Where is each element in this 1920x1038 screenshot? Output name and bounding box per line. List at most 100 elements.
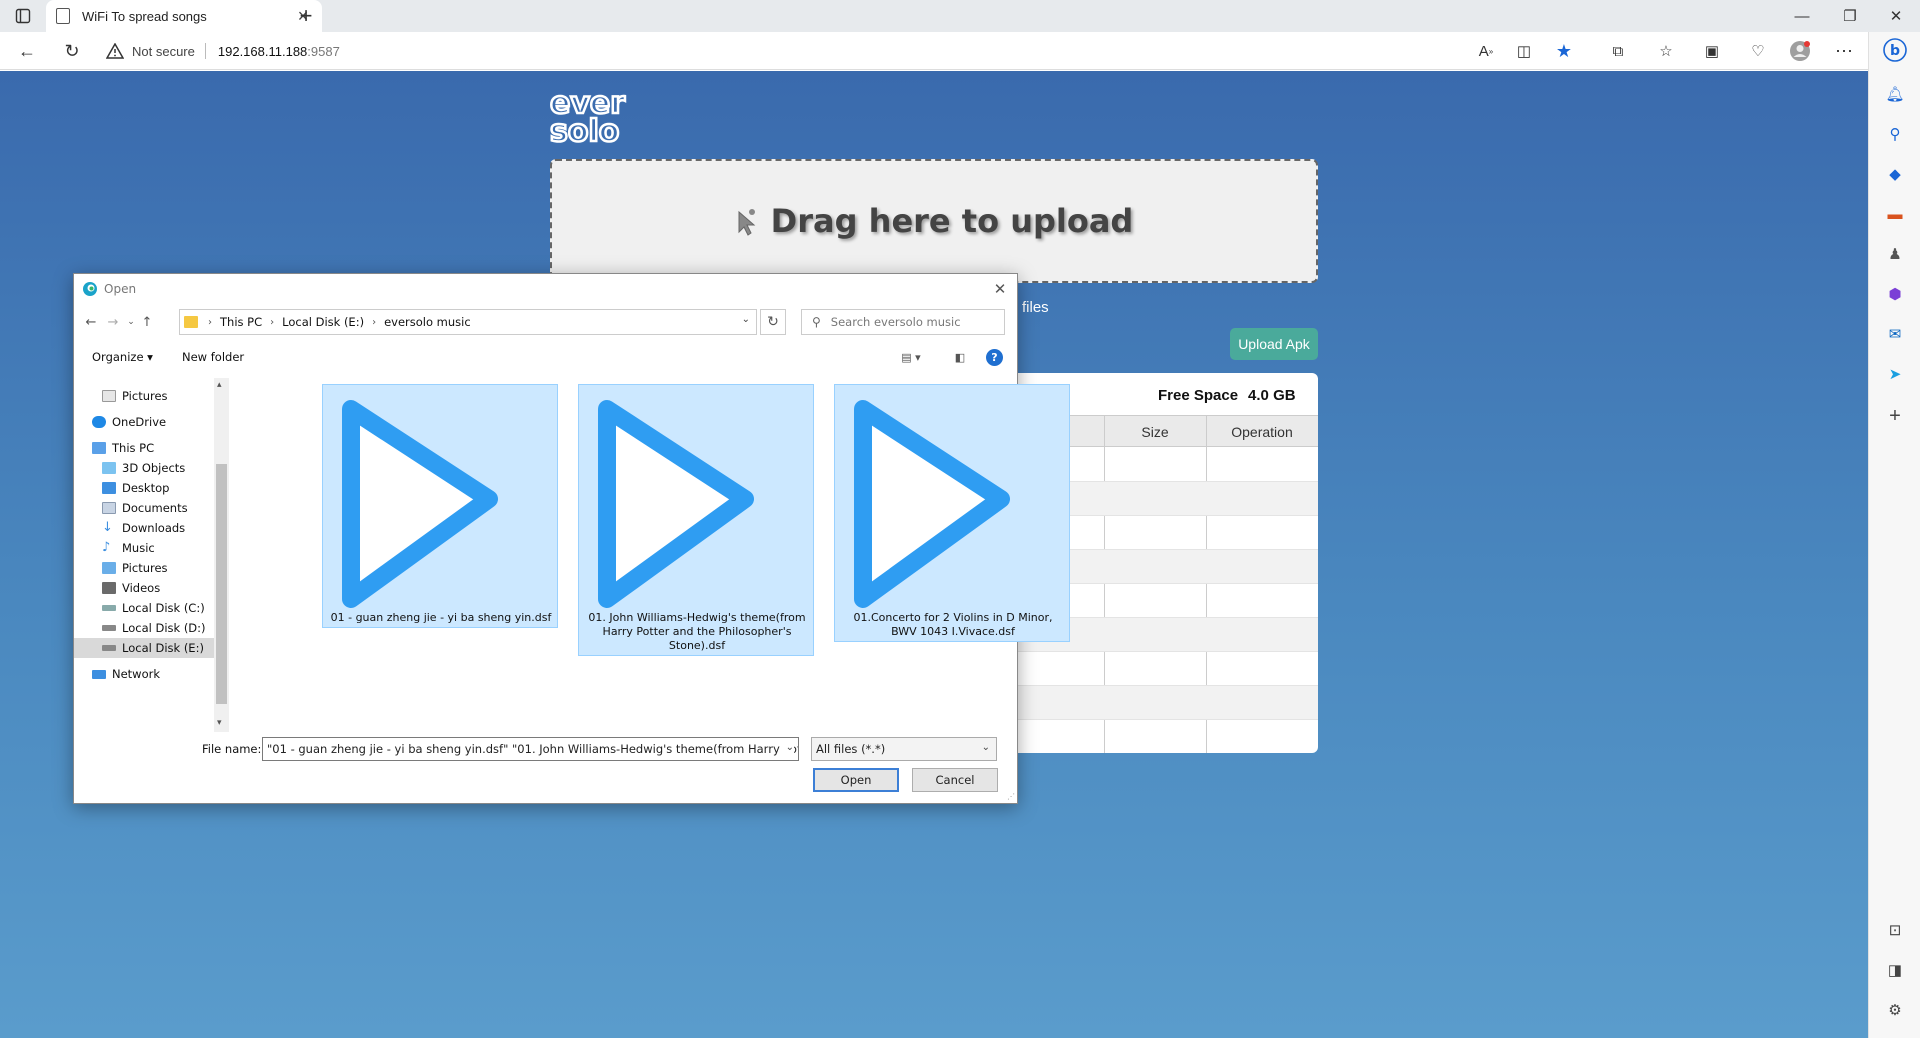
hide-sidebar-icon[interactable]: ◨ xyxy=(1883,958,1907,982)
dropzone-label: Drag here to upload xyxy=(770,202,1134,240)
change-view-icon[interactable]: ▤ ▾ xyxy=(896,349,926,365)
settings-gear-icon[interactable]: ⚙ xyxy=(1883,998,1907,1022)
help-icon[interactable]: ? xyxy=(986,349,1003,366)
file-item[interactable]: 01. John Williams-Hedwig's theme(from Ha… xyxy=(578,384,814,656)
chevron-right-icon: › xyxy=(372,316,377,328)
nav-item-videos[interactable]: Videos xyxy=(102,578,214,598)
divider xyxy=(204,43,206,59)
scroll-down-icon[interactable]: ▾ xyxy=(217,718,222,728)
edge-logo-icon xyxy=(83,282,97,296)
file-item[interactable]: 01 - guan zheng jie - yi ba sheng yin.ds… xyxy=(322,384,558,628)
new-folder-button[interactable]: New folder xyxy=(182,350,244,364)
outlook-icon[interactable]: ✉ xyxy=(1883,322,1907,346)
free-space: Free Space 4.0 GB xyxy=(1158,387,1296,404)
favorite-star-icon[interactable]: ★ xyxy=(1552,39,1576,63)
refresh-button[interactable]: ↻ xyxy=(57,36,87,66)
close-window-button[interactable]: ✕ xyxy=(1874,0,1918,32)
nav-item-local-disk-d[interactable]: Local Disk (D:) xyxy=(102,618,214,638)
notifications-icon[interactable]: 🔔︎ xyxy=(1883,82,1907,106)
nav-item-local-disk-e[interactable]: Local Disk (E:) xyxy=(74,638,214,658)
url-host: 192.168.11.188 xyxy=(217,43,308,59)
drive-icon xyxy=(102,645,116,651)
back-button[interactable]: ← xyxy=(12,36,42,66)
more-menu-icon[interactable]: ⋯ xyxy=(1832,39,1856,63)
nav-item-pictures-quick[interactable]: Pictures📌︎ xyxy=(102,386,229,406)
breadcrumb-local-disk-e[interactable]: Local Disk (E:) xyxy=(282,315,364,329)
games-icon[interactable]: ♟ xyxy=(1883,242,1907,266)
chevron-down-icon[interactable]: ⌄ xyxy=(742,314,750,325)
dialog-refresh-icon[interactable]: ↻ xyxy=(760,309,786,335)
desktop-icon xyxy=(102,482,116,494)
new-tab-button[interactable]: + xyxy=(292,2,320,30)
profile-avatar-icon[interactable] xyxy=(1788,39,1812,63)
preview-pane-icon[interactable]: ◧ xyxy=(950,349,970,365)
screenshot-icon[interactable]: ⊡ xyxy=(1883,918,1907,942)
split-screen-icon[interactable]: ◫ xyxy=(1512,39,1536,63)
nav-item-network[interactable]: Network xyxy=(92,664,214,684)
onedrive-icon xyxy=(92,416,106,428)
nav-item-desktop[interactable]: Desktop xyxy=(102,478,214,498)
file-item[interactable]: 01.Concerto for 2 Violins in D Minor, BW… xyxy=(834,384,1070,642)
scroll-up-icon[interactable]: ▴ xyxy=(217,380,222,390)
table-row xyxy=(1010,652,1318,686)
navigation-scrollbar[interactable]: ▴ ▾ xyxy=(214,378,229,732)
scrollbar-thumb[interactable] xyxy=(216,464,227,704)
upload-apk-button[interactable]: Upload Apk xyxy=(1230,328,1318,360)
edge-sidebar: b 🔔︎ ⚲ ◆ ▬ ♟ ⬢ ✉ ➤ + ⊡ ◨ ⚙ xyxy=(1868,32,1920,1038)
tab-actions-icon[interactable] xyxy=(12,6,34,26)
breadcrumb-eversolo-music[interactable]: eversolo music xyxy=(384,315,471,329)
nav-item-downloads[interactable]: ↓ Downloads xyxy=(102,518,214,538)
resize-grip-icon[interactable]: ⋰ xyxy=(1007,792,1015,801)
chevron-down-icon[interactable]: ⌄ xyxy=(781,742,794,753)
warning-icon xyxy=(106,43,124,59)
url-port: :9587 xyxy=(307,43,340,59)
nav-item-this-pc[interactable]: This PC xyxy=(92,438,214,458)
file-name-value: "01 - guan zheng jie - yi ba sheng yin.d… xyxy=(267,742,799,756)
tools-icon[interactable]: ▬ xyxy=(1883,202,1907,226)
media-file-play-icon xyxy=(342,400,498,608)
browser-essentials-icon[interactable]: ♡ xyxy=(1746,39,1770,63)
browser-tab[interactable]: WiFi To spread songs × xyxy=(46,0,322,32)
up-folder-icon[interactable]: ↑ xyxy=(138,312,156,332)
breadcrumb[interactable]: › This PC › Local Disk (E:) › eversolo m… xyxy=(179,309,757,335)
extensions-icon[interactable]: ⧉ xyxy=(1606,39,1630,63)
search-input[interactable]: ⚲ Search eversolo music xyxy=(801,309,1005,335)
file-type-select[interactable]: All files (*.*) ⌄ xyxy=(811,737,997,761)
nav-item-3d-objects[interactable]: 3D Objects xyxy=(102,458,214,478)
nav-item-music[interactable]: ♪ Music xyxy=(102,538,214,558)
favorites-icon[interactable]: ☆ xyxy=(1654,39,1678,63)
url-field[interactable]: Not secure 192.168.11.188:9587 xyxy=(106,36,1506,66)
dialog-forward-icon[interactable]: → xyxy=(104,312,122,332)
drop-icon[interactable]: ➤ xyxy=(1883,362,1907,386)
file-list: 01 - guan zheng jie - yi ba sheng yin.ds… xyxy=(239,378,1070,732)
nav-item-onedrive[interactable]: OneDrive xyxy=(92,412,214,432)
dialog-back-icon[interactable]: ← xyxy=(82,312,100,332)
organize-button[interactable]: Organize ▾ xyxy=(92,350,153,364)
nav-item-documents[interactable]: Documents xyxy=(102,498,214,518)
office-icon[interactable]: ⬢ xyxy=(1883,282,1907,306)
eversolo-logo: ever solo xyxy=(550,87,626,143)
restore-button[interactable]: ❐ xyxy=(1828,0,1872,32)
copilot-icon[interactable]: b xyxy=(1883,38,1907,62)
minimize-button[interactable]: — xyxy=(1780,0,1824,32)
search-icon[interactable]: ⚲ xyxy=(1883,122,1907,146)
file-name: 01 - guan zheng jie - yi ba sheng yin.ds… xyxy=(330,611,552,624)
add-sidebar-item-icon[interactable]: + xyxy=(1883,404,1907,428)
file-name-field[interactable]: "01 - guan zheng jie - yi ba sheng yin.d… xyxy=(262,737,799,761)
not-secure-label[interactable]: Not secure xyxy=(132,44,195,59)
cancel-button[interactable]: Cancel xyxy=(912,768,998,792)
dialog-close-icon[interactable]: ✕ xyxy=(989,278,1011,300)
tab-title: WiFi To spread songs xyxy=(82,8,207,24)
collections-icon[interactable]: ▣ xyxy=(1700,39,1724,63)
nav-item-local-disk-c[interactable]: Local Disk (C:) xyxy=(102,598,214,618)
nav-item-pictures[interactable]: Pictures xyxy=(102,558,214,578)
videos-icon xyxy=(102,582,116,594)
search-icon: ⚲ xyxy=(812,315,821,329)
shopping-icon[interactable]: ◆ xyxy=(1883,162,1907,186)
read-aloud-icon[interactable]: A» xyxy=(1474,39,1498,63)
upload-dropzone[interactable]: Drag here to upload xyxy=(550,159,1318,283)
download-icon: ↓ xyxy=(102,520,113,535)
breadcrumb-this-pc[interactable]: This PC xyxy=(220,315,262,329)
open-button[interactable]: Open xyxy=(813,768,899,792)
navigation-pane: Pictures📌︎ OneDrive This PC 3D Objects D… xyxy=(74,378,229,732)
